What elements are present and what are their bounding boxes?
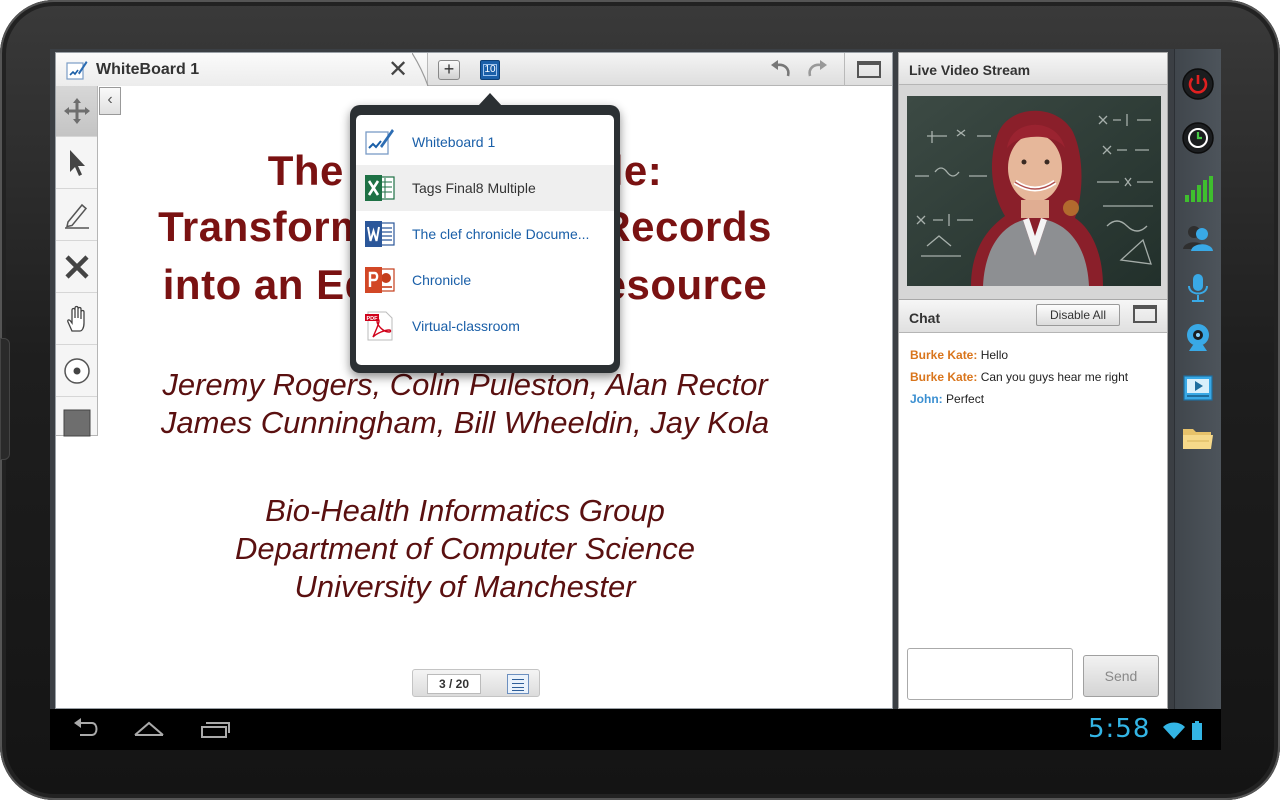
slide-affiliation-line-1: Bio-Health Informatics Group <box>265 493 665 528</box>
chat-text: Can you guys hear me right <box>980 370 1129 384</box>
home-icon[interactable] <box>132 717 166 741</box>
drawing-toolbar <box>56 86 98 437</box>
square-icon <box>63 409 91 437</box>
video-stream[interactable] <box>907 96 1161 286</box>
chat-message: Burke Kate: Can you guys hear me right <box>910 370 1128 384</box>
tab-edge <box>412 53 429 86</box>
document-item-word[interactable]: The clef chronicle Docume... <box>356 211 614 257</box>
slide-pager: 3 / 20 <box>412 669 540 697</box>
document-label: Whiteboard 1 <box>412 134 496 150</box>
chat-message-input[interactable] <box>907 648 1073 700</box>
page-number-input[interactable]: 3 / 20 <box>427 674 481 694</box>
slide-affiliation-line-3: University of Manchester <box>294 569 636 604</box>
document-label: Chronicle <box>412 272 472 288</box>
document-label: Tags Final8 Multiple <box>412 180 536 196</box>
document-item-pdf[interactable]: PDF Virtual-classroom <box>356 303 614 349</box>
page-list-button[interactable] <box>507 674 529 694</box>
clock-icon[interactable] <box>1181 121 1215 155</box>
whiteboard-icon <box>365 129 394 155</box>
android-system-bar: 5:58 <box>50 709 1221 750</box>
redo-icon[interactable] <box>804 58 830 80</box>
word-icon <box>365 221 395 247</box>
whiteboard-icon <box>66 61 88 80</box>
tool-pointer[interactable] <box>56 138 97 189</box>
open-documents-button[interactable]: 10 <box>480 60 500 80</box>
eraser-x-icon <box>65 255 89 279</box>
pdf-icon: PDF <box>365 311 393 341</box>
tool-eraser[interactable] <box>56 242 97 293</box>
chat-username: Burke Kate: <box>910 348 978 362</box>
tool-fill-color[interactable] <box>56 398 97 449</box>
power-icon[interactable] <box>1181 67 1215 101</box>
users-icon[interactable] <box>1181 221 1215 255</box>
media-player-icon[interactable] <box>1181 371 1215 405</box>
pencil-icon <box>65 203 89 229</box>
undo-icon[interactable] <box>768 58 794 80</box>
whiteboard-panel: WhiteBoard 1 ✕ + 10 ‹ The Transforming R… <box>55 52 893 709</box>
chat-panel: Chat Disable All Burke Kate: Hello Burke… <box>898 299 1168 709</box>
tool-circle[interactable] <box>56 346 97 397</box>
disable-all-button[interactable]: Disable All <box>1036 304 1120 326</box>
list-line <box>512 679 524 680</box>
dropdown-list: Whiteboard 1 Tags Final8 Multiple The cl… <box>356 115 614 365</box>
list-line <box>512 687 524 688</box>
signal-bars-icon[interactable] <box>1181 173 1215 207</box>
tablet-side-button <box>0 338 10 460</box>
folder-icon[interactable] <box>1181 421 1215 455</box>
video-frame-image <box>907 96 1161 286</box>
list-line <box>512 690 524 691</box>
document-item-excel[interactable]: Tags Final8 Multiple <box>356 165 614 211</box>
chat-header: Chat Disable All <box>899 300 1167 333</box>
powerpoint-icon <box>365 267 395 293</box>
document-label: The clef chronicle Docume... <box>412 226 590 242</box>
chat-text: Perfect <box>946 392 985 406</box>
status-clock: 5:58 <box>1088 714 1151 744</box>
chat-message: Burke Kate: Hello <box>910 348 1008 362</box>
chat-title: Chat <box>909 310 941 326</box>
document-item-whiteboard[interactable]: Whiteboard 1 <box>356 119 614 165</box>
back-icon[interactable] <box>70 717 104 741</box>
chat-text: Hello <box>980 348 1009 362</box>
document-label: Virtual-classroom <box>412 318 520 334</box>
microphone-icon[interactable] <box>1181 271 1215 305</box>
slide-authors-line-2: James Cunningham, Bill Wheeldin, Jay Kol… <box>160 405 770 440</box>
hand-icon <box>67 305 85 332</box>
open-documents-dropdown: Whiteboard 1 Tags Final8 Multiple The cl… <box>350 93 620 373</box>
battery-icon <box>1192 721 1202 740</box>
pointer-icon <box>70 150 85 176</box>
maximize-icon <box>857 61 881 78</box>
send-button[interactable]: Send <box>1083 655 1159 697</box>
tool-pencil[interactable] <box>56 190 97 241</box>
screen: WhiteBoard 1 ✕ + 10 ‹ The Transforming R… <box>50 49 1221 750</box>
close-tab-icon[interactable]: ✕ <box>388 58 408 82</box>
wifi-icon <box>1163 722 1185 739</box>
whiteboard-header: WhiteBoard 1 ✕ + 10 <box>56 53 892 86</box>
document-item-powerpoint[interactable]: Chronicle <box>356 257 614 303</box>
list-line <box>512 683 524 684</box>
open-count-badge: 10 <box>483 64 497 76</box>
excel-icon <box>365 175 395 201</box>
live-video-panel: Live Video Stream <box>898 52 1168 300</box>
dropdown-arrow <box>478 93 502 106</box>
tab-whiteboard-1[interactable]: WhiteBoard 1 ✕ <box>56 53 429 86</box>
add-tab-button[interactable]: + <box>438 60 460 80</box>
video-panel-header: Live Video Stream <box>899 53 1167 85</box>
video-panel-title: Live Video Stream <box>909 62 1031 78</box>
tool-hand[interactable] <box>56 294 97 345</box>
maximize-whiteboard-button[interactable] <box>844 53 892 86</box>
move-icon <box>64 98 90 124</box>
chat-message: John: Perfect <box>910 392 984 406</box>
tablet-frame: WhiteBoard 1 ✕ + 10 ‹ The Transforming R… <box>0 0 1280 800</box>
maximize-chat-icon[interactable] <box>1133 305 1157 323</box>
circle-icon <box>64 358 90 384</box>
tab-title: WhiteBoard 1 <box>96 61 200 78</box>
tool-move[interactable] <box>56 86 97 137</box>
chat-username: John: <box>910 392 943 406</box>
webcam-icon[interactable] <box>1181 321 1215 355</box>
slide-affiliation-line-2: Department of Computer Science <box>234 531 696 566</box>
recent-apps-icon[interactable] <box>198 717 232 741</box>
chat-username: Burke Kate: <box>910 370 978 384</box>
feature-rail <box>1174 49 1221 709</box>
